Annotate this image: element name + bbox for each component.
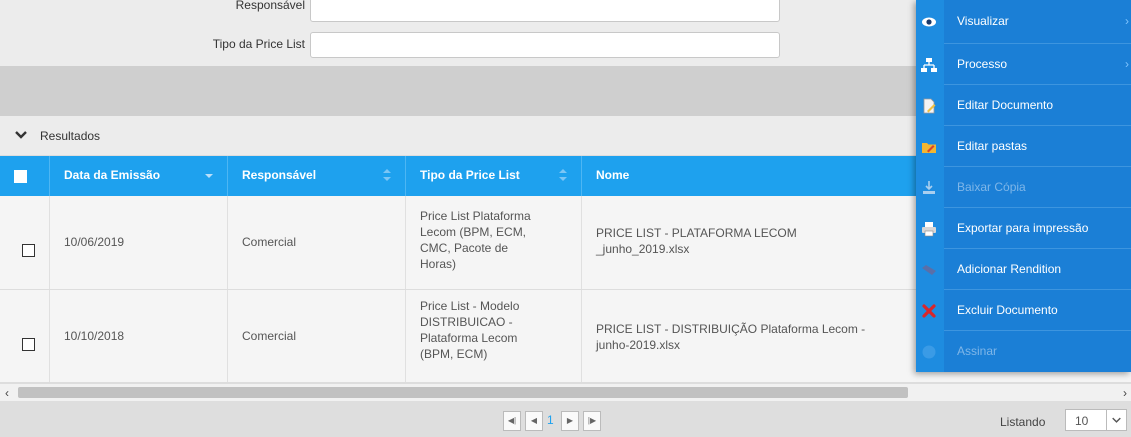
chevron-down-icon — [1106, 410, 1121, 430]
tipo-line: (BPM, ECM) — [420, 347, 488, 361]
nome-line: _junho_2019.xlsx — [596, 242, 690, 256]
menu-item-label: Assinar — [957, 344, 998, 358]
tipo-price-list-input[interactable] — [310, 32, 780, 58]
nome-line: PRICE LIST - DISTRIBUIÇÃO Plataforma Lec… — [596, 322, 866, 336]
column-header-data-emissao[interactable]: Data da Emissão — [50, 156, 228, 196]
submenu-arrow-icon: › — [1125, 14, 1129, 28]
responsavel-value: Comercial — [242, 235, 297, 249]
tipo-line: Price List Plataforma — [420, 209, 531, 223]
menu-item-label: Visualizar — [957, 14, 1009, 28]
responsavel-label: Responsável — [235, 0, 305, 12]
last-page-button[interactable]: |▶ — [583, 411, 601, 431]
nome-line: PRICE LIST - PLATAFORMA LECOM — [596, 226, 797, 240]
sort-icon — [559, 169, 567, 181]
submenu-arrow-icon: › — [1125, 57, 1129, 71]
page-size-select[interactable]: 10 — [1065, 409, 1127, 431]
current-page-number[interactable]: 1 — [547, 413, 554, 427]
column-label: Tipo da Price List — [420, 168, 520, 182]
menu-item-processo[interactable]: Processo › — [916, 44, 1131, 85]
horizontal-scrollbar[interactable]: ‹ › — [0, 383, 1131, 401]
tipo-line: Plataforma Lecom — [420, 331, 518, 345]
responsavel-value: Comercial — [242, 329, 297, 343]
tipo-cell: Price List Plataforma Lecom (BPM, ECM, C… — [406, 196, 582, 289]
page-size-value: 10 — [1075, 414, 1089, 428]
row-checkbox[interactable] — [22, 244, 35, 257]
column-header-tipo-price-list[interactable]: Tipo da Price List — [406, 156, 582, 196]
page-root: Responsável Tipo da Price List Resultado… — [0, 0, 1131, 437]
filter-row-tipo: Tipo da Price List — [0, 30, 790, 58]
tipo-line: Horas) — [420, 257, 457, 271]
menu-item-editar-pastas[interactable]: Editar pastas — [916, 126, 1131, 167]
chevron-down-icon — [15, 131, 27, 139]
column-header-responsavel[interactable]: Responsável — [228, 156, 406, 196]
listing-label: Listando — [1000, 415, 1046, 429]
sort-icon — [383, 169, 391, 181]
menu-item-baixar-copia[interactable]: Baixar Cópia — [916, 167, 1131, 208]
menu-item-label: Exportar para impressão — [957, 221, 1089, 235]
menu-item-assinar[interactable]: Assinar — [916, 331, 1131, 372]
row-select-cell — [0, 196, 50, 289]
printer-icon — [922, 222, 936, 237]
column-label: Nome — [596, 168, 630, 182]
scroll-left-icon[interactable]: ‹ — [5, 386, 9, 400]
menu-item-label: Adicionar Rendition — [957, 262, 1062, 276]
nome-line: junho-2019.xlsx — [596, 338, 681, 352]
sign-dot-icon — [922, 345, 936, 359]
menu-item-label: Excluir Documento — [957, 303, 1058, 317]
row-checkbox[interactable] — [22, 338, 35, 351]
menu-item-label: Editar Documento — [957, 98, 1054, 112]
rendition-icon — [922, 265, 936, 275]
row-select-cell — [0, 290, 50, 382]
scrollbar-thumb[interactable] — [18, 387, 908, 398]
menu-item-visualizar[interactable]: Visualizar › — [916, 0, 1131, 44]
tipo-price-list-label: Tipo da Price List — [212, 37, 305, 51]
date-cell: 10/10/2018 — [50, 290, 228, 382]
document-edit-icon — [923, 98, 936, 114]
tipo-value: Price List - Modelo DISTRIBUICAO - Plata… — [420, 298, 519, 362]
download-icon — [923, 181, 935, 194]
scroll-right-icon[interactable]: › — [1123, 386, 1127, 400]
menu-item-label: Editar pastas — [957, 139, 1028, 153]
results-title: Resultados — [40, 129, 101, 143]
responsavel-cell: Comercial — [228, 196, 406, 289]
sort-desc-icon — [205, 174, 213, 178]
menu-item-editar-documento[interactable]: Editar Documento — [916, 85, 1131, 126]
responsavel-cell: Comercial — [228, 290, 406, 382]
date-value: 10/10/2018 — [64, 329, 125, 343]
column-label: Responsável — [242, 168, 317, 182]
table-footer: ◀| ◀ 1 ▶ |▶ Listando 10 — [0, 401, 1131, 437]
nome-value: PRICE LIST - DISTRIBUIÇÃO Plataforma Lec… — [596, 321, 865, 353]
nome-value: PRICE LIST - PLATAFORMA LECOM _junho_201… — [596, 225, 797, 257]
prev-page-button[interactable]: ◀ — [525, 411, 543, 431]
menu-item-label: Baixar Cópia — [957, 180, 1026, 194]
process-icon — [921, 58, 937, 72]
next-page-button[interactable]: ▶ — [561, 411, 579, 431]
folder-icon — [922, 143, 936, 153]
tipo-line: Price List - Modelo — [420, 299, 520, 313]
eye-icon — [922, 17, 936, 27]
tipo-line: Lecom (BPM, ECM, — [420, 225, 527, 239]
date-cell: 10/06/2019 — [50, 196, 228, 289]
delete-x-icon — [922, 304, 936, 318]
menu-item-exportar-impressao[interactable]: Exportar para impressão — [916, 208, 1131, 249]
tipo-line: DISTRIBUICAO - — [420, 315, 513, 329]
menu-item-label: Processo — [957, 57, 1008, 71]
select-all-column — [0, 156, 50, 196]
context-menu: Visualizar › Processo › Editar Documento — [916, 0, 1131, 372]
column-label: Data da Emissão — [64, 168, 161, 182]
filter-row-responsavel: Responsável — [0, 0, 790, 22]
responsavel-input[interactable] — [310, 0, 780, 22]
date-value: 10/06/2019 — [64, 235, 125, 249]
tipo-line: CMC, Pacote de — [420, 241, 509, 255]
menu-item-adicionar-rendition[interactable]: Adicionar Rendition — [916, 249, 1131, 290]
select-all-checkbox[interactable] — [14, 170, 27, 183]
menu-item-excluir-documento[interactable]: Excluir Documento — [916, 290, 1131, 331]
tipo-value: Price List Plataforma Lecom (BPM, ECM, C… — [420, 208, 531, 272]
tipo-cell: Price List - Modelo DISTRIBUICAO - Plata… — [406, 290, 582, 382]
first-page-button[interactable]: ◀| — [503, 411, 521, 431]
